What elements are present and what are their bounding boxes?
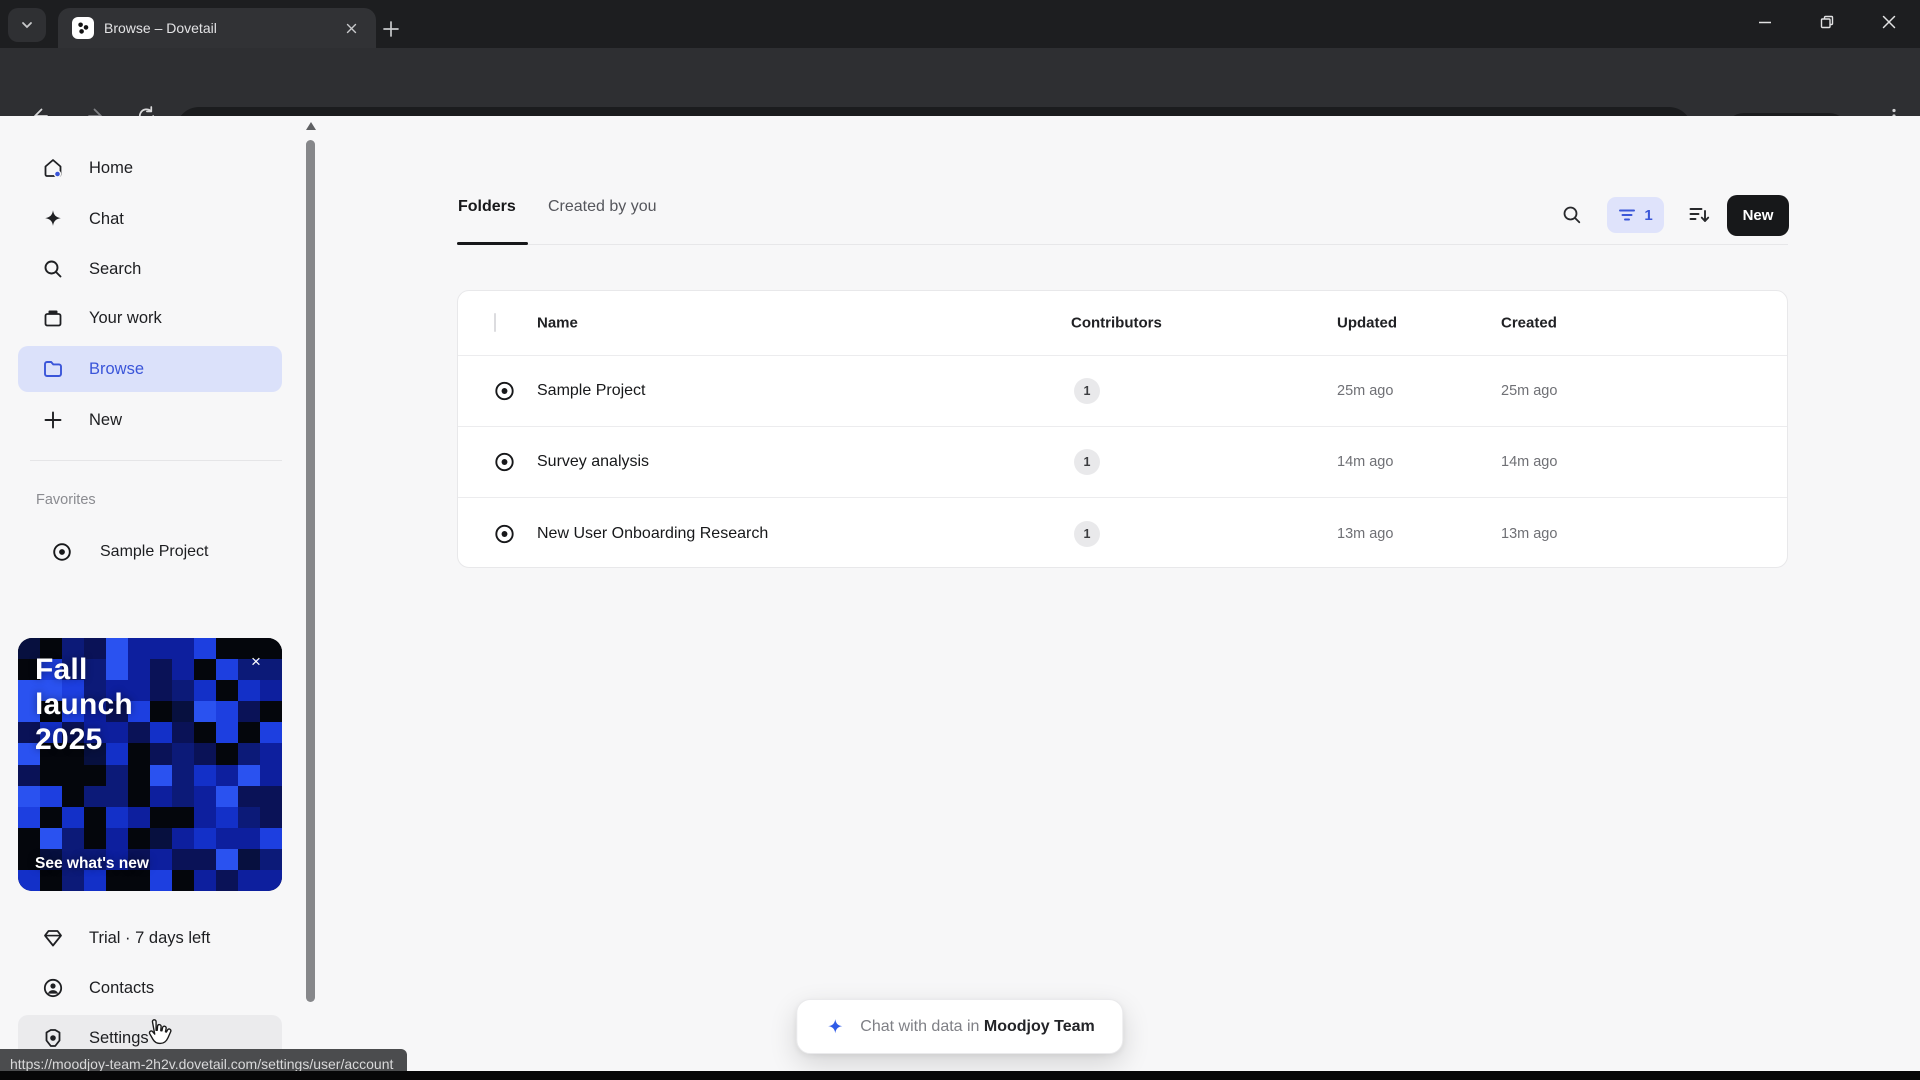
filter-icon	[1618, 207, 1636, 223]
chat-with-data-button[interactable]: Chat with data in Moodjoy Team	[796, 999, 1124, 1054]
sort-button[interactable]	[1684, 201, 1714, 229]
column-header-created[interactable]: Created	[1501, 315, 1557, 332]
tab-close-icon[interactable]	[340, 17, 362, 39]
sidebar-divider	[30, 460, 282, 461]
row-created: 14m ago	[1501, 454, 1558, 470]
new-tab-button[interactable]	[378, 16, 404, 42]
project-icon	[494, 381, 515, 402]
column-header-updated[interactable]: Updated	[1337, 315, 1397, 332]
project-icon	[494, 523, 515, 544]
dovetail-browse-page: Home Chat Search Your work Browse New Fa…	[0, 116, 1920, 1080]
sidebar-scrollbar[interactable]	[306, 140, 315, 1002]
row-updated: 25m ago	[1337, 383, 1394, 399]
sparkle-icon	[42, 208, 64, 230]
filter-button[interactable]: 1	[1607, 197, 1664, 233]
sidebar-item-contacts[interactable]: Contacts	[18, 965, 282, 1011]
sidebar-item-label: Browse	[89, 359, 145, 378]
browse-tabs: Folders Created by you	[457, 198, 1788, 245]
gem-icon	[42, 927, 64, 949]
sidebar-item-chat[interactable]: Chat	[18, 196, 282, 242]
sidebar-item-your-work[interactable]: Your work	[18, 295, 282, 341]
chevron-down-icon	[19, 17, 35, 33]
table-body: Sample Project 1 25m ago 25m ago Survey …	[458, 356, 1787, 569]
sidebar-scrollbar-arrow[interactable]	[306, 122, 316, 130]
sidebar-item-new[interactable]: New	[18, 397, 282, 443]
table-row[interactable]: New User Onboarding Research 1 13m ago 1…	[458, 498, 1787, 569]
table-row[interactable]: Survey analysis 1 14m ago 14m ago	[458, 427, 1787, 498]
home-icon	[42, 157, 64, 179]
work-icon	[42, 307, 64, 329]
row-updated: 14m ago	[1337, 454, 1394, 470]
tab-created-by-you[interactable]: Created by you	[548, 198, 657, 242]
row-name[interactable]: New User Onboarding Research	[537, 525, 768, 543]
sidebar-item-label: Chat	[89, 209, 124, 228]
project-icon	[494, 452, 515, 473]
sparkle-blue-icon	[825, 1017, 845, 1037]
contacts-icon	[42, 977, 64, 999]
folders-table: Name Contributors Updated Created Sample…	[457, 290, 1788, 568]
plus-icon	[42, 409, 64, 431]
favorites-heading: Favorites	[36, 492, 96, 508]
row-created: 13m ago	[1501, 525, 1558, 542]
chat-pill-text: Chat with data in Moodjoy Team	[860, 1017, 1095, 1035]
sidebar-item-label: Search	[89, 259, 142, 278]
table-header: Name Contributors Updated Created	[458, 291, 1787, 356]
sidebar-item-browse[interactable]: Browse	[18, 346, 282, 392]
sidebar-item-trial[interactable]: Trial · 7 days left	[18, 915, 282, 961]
column-header-name[interactable]: Name	[537, 315, 578, 332]
sidebar: Home Chat Search Your work Browse New Fa…	[0, 116, 320, 1080]
table-row[interactable]: Sample Project 1 25m ago 25m ago	[458, 356, 1787, 427]
settings-icon	[42, 1027, 64, 1049]
favorite-item-sample-project[interactable]: Sample Project	[18, 529, 282, 575]
window-close-button[interactable]	[1858, 0, 1920, 44]
sidebar-item-search[interactable]: Search	[18, 246, 282, 292]
window-controls	[1734, 0, 1920, 44]
row-updated: 13m ago	[1337, 525, 1394, 542]
row-name[interactable]: Sample Project	[537, 382, 646, 400]
dovetail-favicon-icon	[72, 17, 94, 39]
contributor-avatar[interactable]: 1	[1074, 378, 1100, 404]
sidebar-item-label: Home	[89, 158, 134, 177]
team-name: Moodjoy Team	[983, 1017, 1095, 1035]
search-icon	[42, 258, 64, 280]
sidebar-item-home[interactable]: Home	[18, 145, 282, 191]
status-url-text: https://moodjoy-team-2h2v.dovetail.com/s…	[10, 1055, 394, 1072]
favorite-item-label: Sample Project	[100, 543, 209, 560]
browser-toolbar: moodjoy-team-2h2v.dovetail.com/browse In…	[0, 48, 1920, 153]
row-name[interactable]: Survey analysis	[537, 453, 649, 471]
browser-tabstrip: Browse – Dovetail	[0, 0, 1920, 48]
sidebar-item-label: Your work	[89, 308, 162, 327]
sidebar-item-label: Settings	[89, 1028, 149, 1047]
tab-title: Browse – Dovetail	[104, 20, 217, 36]
search-icon[interactable]	[1558, 201, 1586, 229]
window-minimize-button[interactable]	[1734, 0, 1796, 44]
new-folder-button[interactable]: New	[1727, 195, 1789, 236]
browser-tab[interactable]: Browse – Dovetail	[58, 8, 376, 48]
tab-folders[interactable]: Folders	[458, 198, 516, 242]
promo-title: Fall launch 2025	[35, 653, 133, 756]
sidebar-item-label: Trial · 7 days left	[89, 928, 211, 947]
contributor-avatar[interactable]: 1	[1074, 520, 1100, 547]
column-header-contributors[interactable]: Contributors	[1071, 315, 1162, 332]
filter-count-badge: 1	[1644, 206, 1653, 224]
bottom-edge	[0, 1071, 1920, 1080]
promo-card-fall-launch[interactable]: Fall launch 2025 × See what's new	[18, 638, 282, 891]
row-created: 25m ago	[1501, 383, 1558, 399]
folder-icon	[42, 358, 64, 380]
tab-search-button[interactable]	[8, 8, 46, 42]
promo-close-icon[interactable]: ×	[244, 650, 268, 674]
sidebar-item-label: Contacts	[89, 978, 155, 997]
project-icon	[52, 542, 72, 562]
active-tab-underline	[457, 242, 528, 245]
promo-cta-link[interactable]: See what's new	[35, 855, 149, 873]
contributor-avatar[interactable]: 1	[1074, 449, 1100, 475]
select-all-checkbox[interactable]	[494, 313, 496, 332]
window-restore-button[interactable]	[1796, 0, 1858, 44]
sidebar-item-label: New	[89, 410, 123, 429]
